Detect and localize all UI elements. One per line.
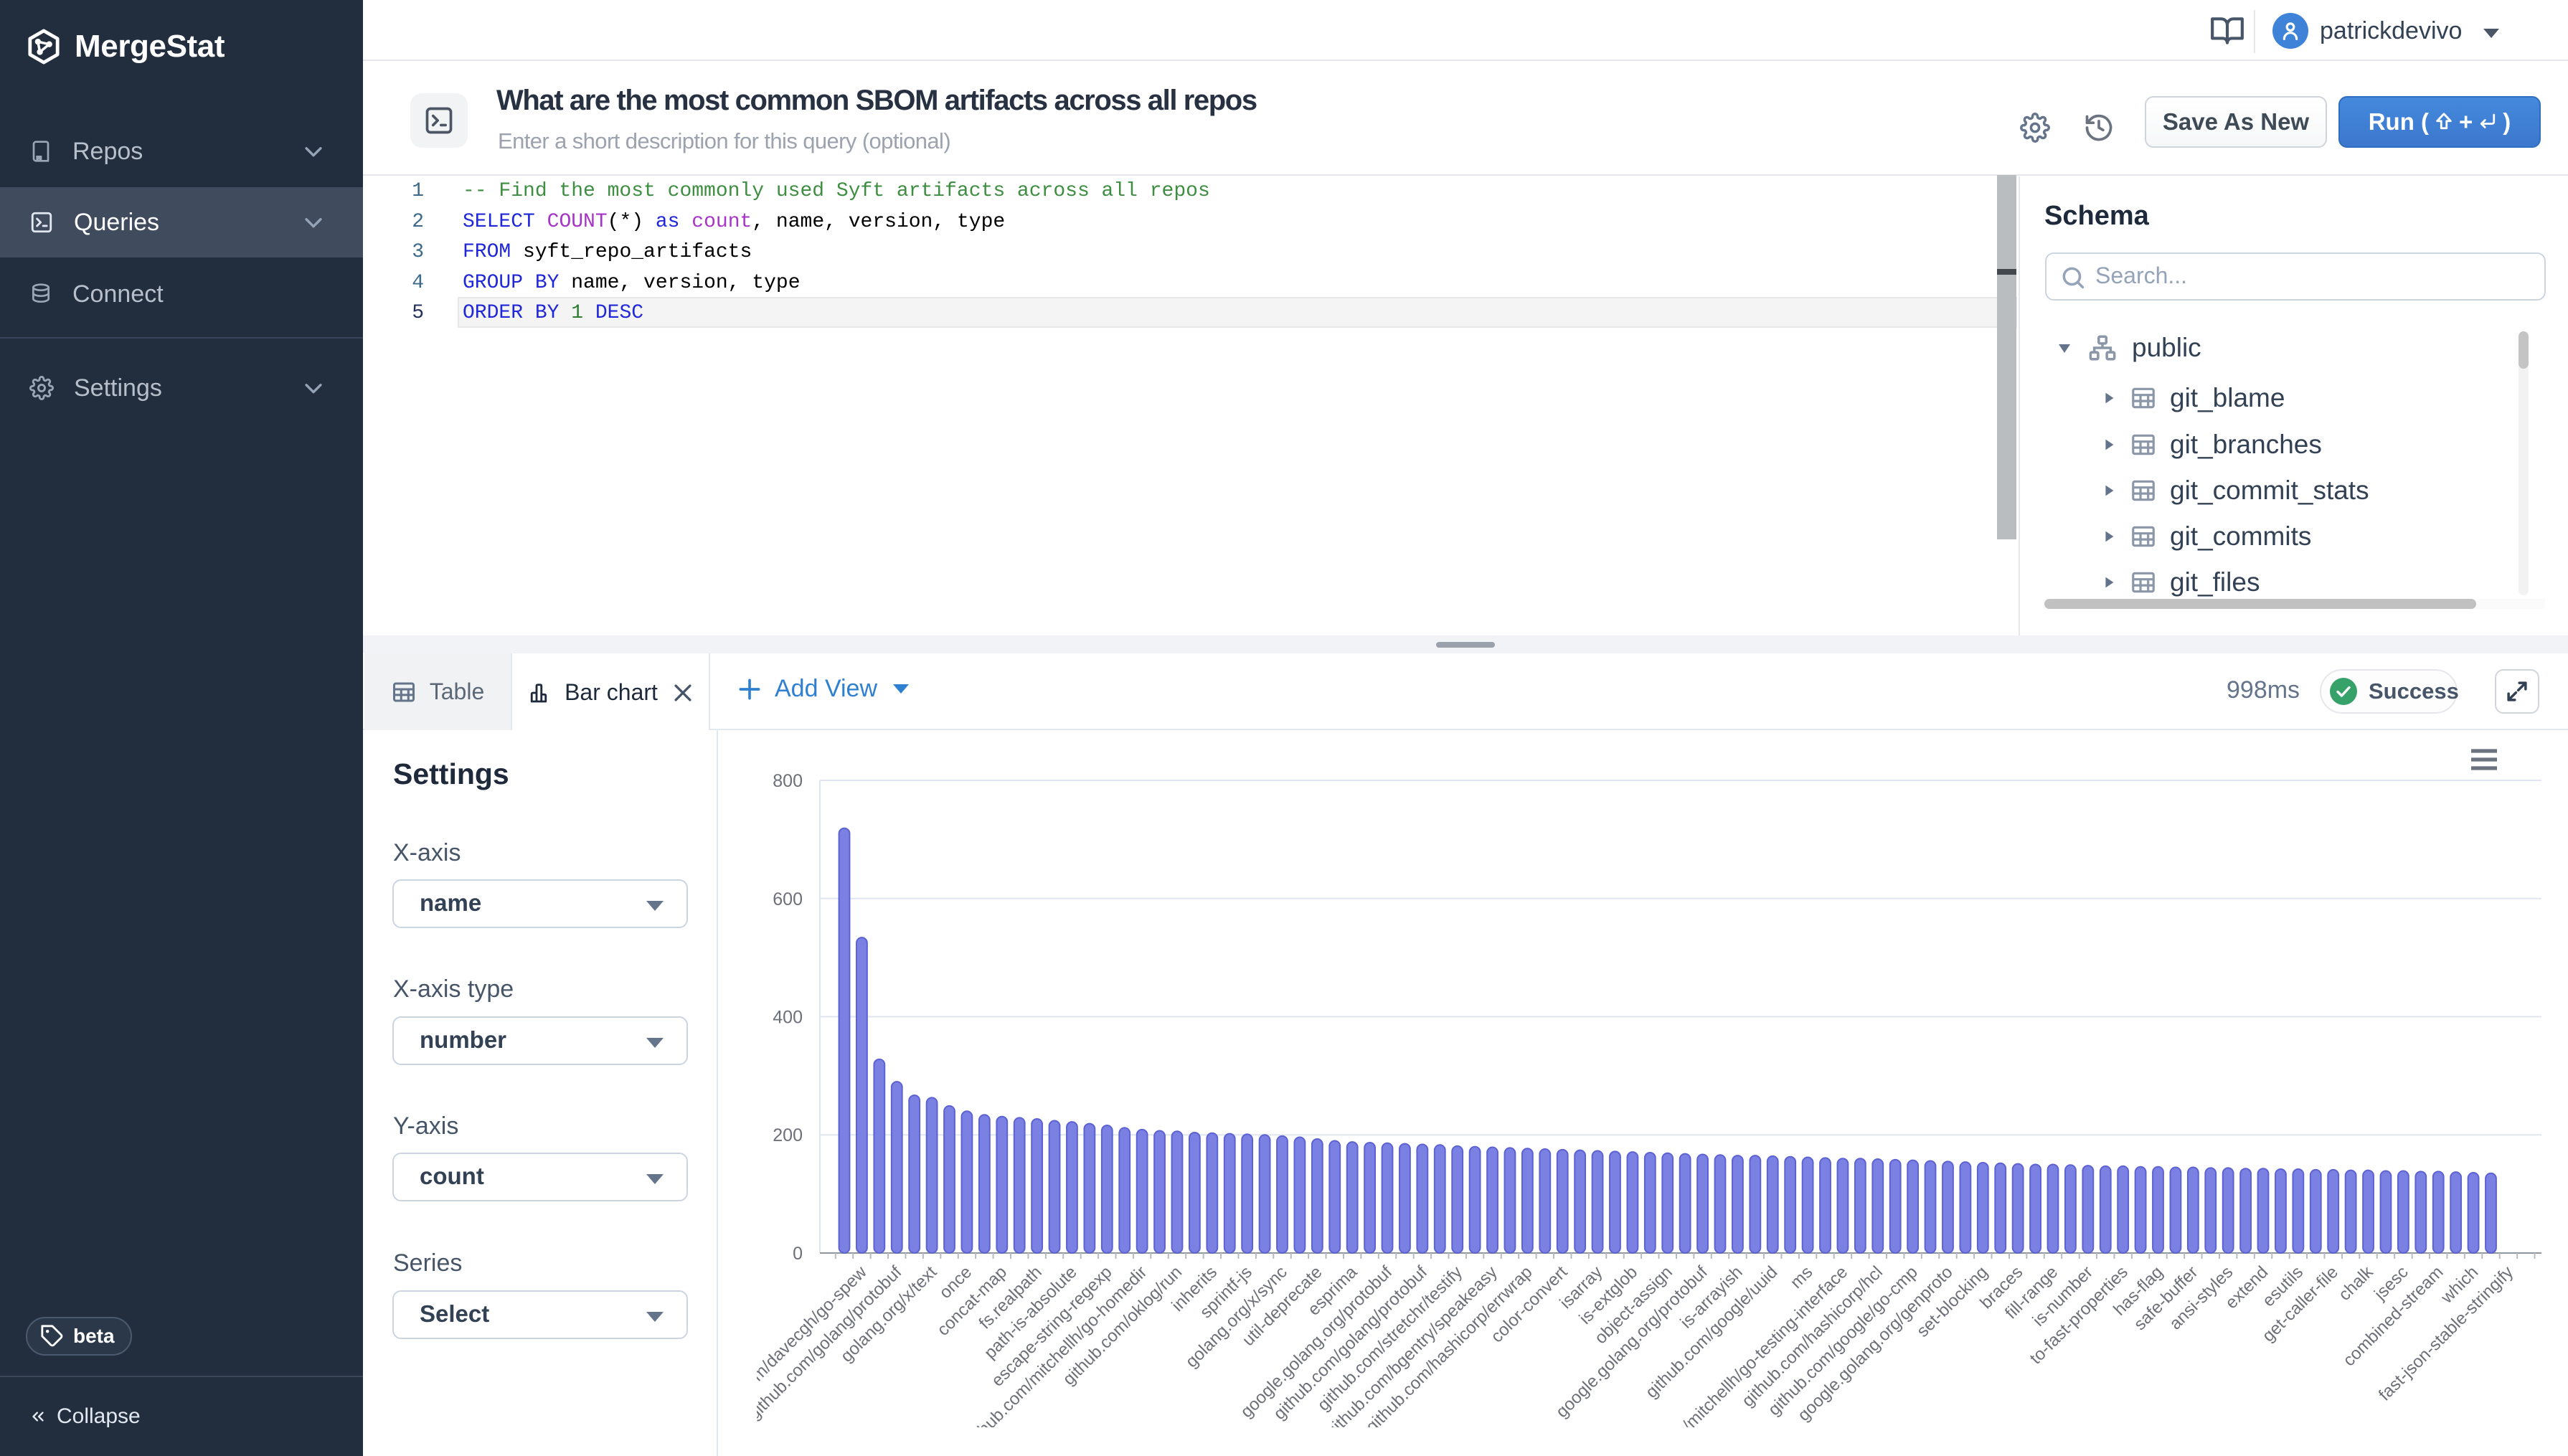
svg-text:200: 200: [773, 1125, 803, 1145]
svg-text:400: 400: [773, 1008, 803, 1028]
svg-text:0: 0: [793, 1244, 803, 1264]
svg-text:800: 800: [773, 771, 803, 791]
svg-text:600: 600: [773, 889, 803, 909]
svg-text:github.com/google/go-cmp: github.com/google/go-cmp: [1765, 1262, 1922, 1419]
svg-text:chalk: chalk: [2335, 1262, 2377, 1304]
